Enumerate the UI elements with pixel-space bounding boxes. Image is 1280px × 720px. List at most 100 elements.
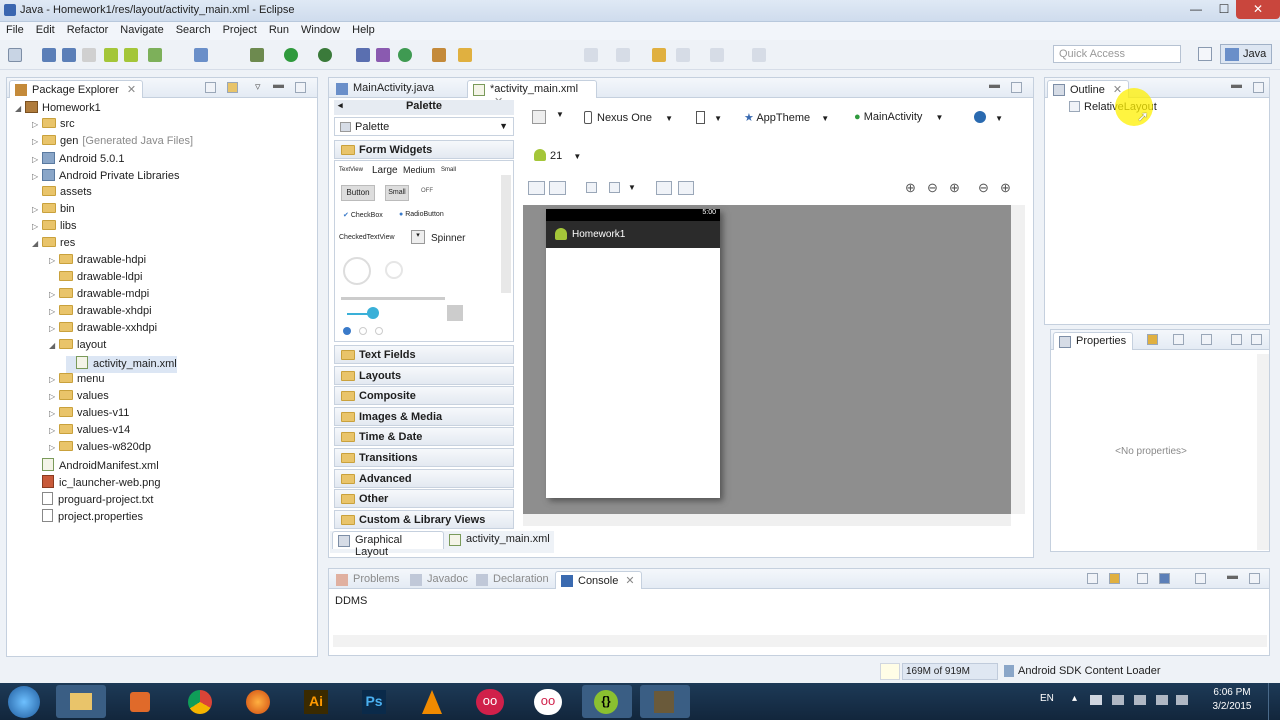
- show-hidden-icons-icon[interactable]: ▴: [1072, 693, 1077, 704]
- avd-manager-icon[interactable]: [124, 48, 138, 62]
- tree-item[interactable]: project.properties: [32, 509, 143, 526]
- collapsed-arrow-icon[interactable]: ▷: [49, 409, 59, 418]
- canvas-vertical-scrollbar[interactable]: [1011, 205, 1025, 514]
- tree-item[interactable]: AndroidManifest.xml: [32, 458, 159, 475]
- last-edit-icon[interactable]: [652, 48, 666, 62]
- widget-progressbar-normal[interactable]: [385, 261, 403, 279]
- tree-item[interactable]: ▷ drawable-hdpi: [49, 254, 146, 271]
- device-selector[interactable]: Nexus One ▼: [580, 108, 677, 128]
- forward-icon[interactable]: [710, 48, 724, 62]
- debug-icon[interactable]: [250, 48, 264, 62]
- collapsed-arrow-icon[interactable]: ▷: [49, 392, 59, 401]
- android-sdk-icon[interactable]: [104, 48, 118, 62]
- taskbar-app-3[interactable]: {}: [582, 685, 632, 718]
- expand-all-icon[interactable]: [1231, 334, 1242, 345]
- palette-category-composite[interactable]: Composite: [334, 386, 514, 405]
- tree-item[interactable]: ◢ layout: [49, 339, 106, 356]
- tree-item[interactable]: ▷ menu: [49, 373, 105, 390]
- tree-item[interactable]: ▷ src: [32, 118, 75, 135]
- widget-quickcontactbadge[interactable]: [447, 305, 463, 321]
- widget-large-text[interactable]: Large: [372, 165, 398, 176]
- start-button[interactable]: [8, 686, 40, 718]
- lint-icon[interactable]: [148, 48, 162, 62]
- speaker-icon[interactable]: [1112, 695, 1124, 705]
- configuration-icon[interactable]: [532, 110, 546, 124]
- palette-category-custom-library[interactable]: Custom & Library Views: [334, 510, 514, 529]
- tree-item[interactable]: activity_main.xml: [66, 356, 177, 373]
- seekbar-thumb[interactable]: [367, 307, 379, 319]
- properties-scrollbar[interactable]: [1257, 354, 1269, 550]
- palette-collapse-icon[interactable]: ◂: [338, 100, 343, 111]
- api-level-selector[interactable]: 21 ▼: [530, 146, 585, 166]
- layout-weights-icon[interactable]: [678, 181, 694, 195]
- menu-refactor[interactable]: Refactor: [61, 22, 115, 36]
- taskbar-app-1[interactable]: oo: [466, 685, 516, 718]
- menu-run[interactable]: Run: [263, 22, 295, 36]
- new-android-project-icon[interactable]: [194, 48, 208, 62]
- battery-icon[interactable]: [1156, 695, 1168, 705]
- tab-outline[interactable]: Outline ✕: [1047, 80, 1130, 98]
- save-icon[interactable]: [42, 48, 56, 62]
- taskbar-firefox[interactable]: [234, 685, 284, 718]
- palette-category-transitions[interactable]: Transitions: [334, 448, 514, 467]
- palette-dropdown[interactable]: Palette ▼: [334, 117, 514, 136]
- collapsed-arrow-icon[interactable]: ▷: [49, 307, 59, 316]
- taskbar-eclipse[interactable]: [640, 685, 690, 718]
- widget-radiobutton[interactable]: ● RadioButton: [399, 211, 444, 218]
- network-icon[interactable]: [1134, 695, 1146, 705]
- tree-item[interactable]: ic_launcher-web.png: [32, 475, 161, 492]
- expanded-arrow-icon[interactable]: ◢: [15, 104, 25, 113]
- taskbar-chrome[interactable]: [176, 685, 226, 718]
- tree-item[interactable]: ▷ values-w820dp: [49, 441, 151, 458]
- menu-window[interactable]: Window: [295, 22, 346, 36]
- back-icon[interactable]: [676, 48, 690, 62]
- tab-properties[interactable]: Properties: [1053, 332, 1134, 350]
- minimize-view-icon[interactable]: ▬: [989, 79, 1000, 91]
- widget-toggle-button[interactable]: OFF: [421, 188, 433, 194]
- widget-textview[interactable]: TextView: [339, 167, 363, 173]
- show-desktop-button[interactable]: [1268, 683, 1280, 720]
- chevron-down-icon[interactable]: ▼: [556, 110, 564, 119]
- orientation-selector[interactable]: ▼: [692, 108, 726, 128]
- minimize-view-icon[interactable]: ▬: [1227, 570, 1238, 582]
- tab-mainactivity-java[interactable]: MainActivity.java: [331, 80, 467, 98]
- toggle-fill-height-icon[interactable]: [549, 181, 566, 195]
- tree-item[interactable]: ▷ values-v14: [49, 424, 130, 441]
- java-perspective-button[interactable]: Java: [1220, 44, 1272, 64]
- widget-spinner[interactable]: Spinner: [431, 233, 465, 244]
- pin-editor-icon[interactable]: [752, 48, 766, 62]
- close-icon[interactable]: ✕: [127, 84, 136, 96]
- collapsed-arrow-icon[interactable]: ▷: [32, 137, 42, 146]
- restore-default-icon[interactable]: [1201, 334, 1212, 345]
- close-button[interactable]: ✕: [1236, 0, 1280, 19]
- palette-scrollbar[interactable]: [501, 175, 511, 293]
- zoom-to-fit-icon[interactable]: ⊖: [927, 180, 938, 196]
- gravity-icon[interactable]: [609, 182, 620, 193]
- collapsed-arrow-icon[interactable]: ▷: [32, 120, 42, 129]
- tab-xml-source[interactable]: activity_main.xml: [444, 531, 554, 549]
- print-icon[interactable]: [82, 48, 96, 62]
- taskbar-app-2[interactable]: oo: [524, 685, 574, 718]
- spinner-icon[interactable]: ▾: [411, 230, 425, 244]
- tree-item[interactable]: ▷ Android Private Libraries: [32, 169, 179, 186]
- zoom-out-icon[interactable]: ⊖: [978, 180, 989, 196]
- palette-category-text-fields[interactable]: Text Fields: [334, 345, 514, 364]
- widget-ratingbar[interactable]: [343, 327, 351, 335]
- collapsed-arrow-icon[interactable]: ▷: [32, 155, 42, 164]
- tab-javadoc[interactable]: Javadoc: [405, 571, 474, 589]
- heap-status[interactable]: 169M of 919M: [902, 663, 998, 680]
- widget-progressbar-horizontal[interactable]: [341, 297, 445, 300]
- palette-category-advanced[interactable]: Advanced: [334, 469, 514, 488]
- locale-selector[interactable]: ▼: [970, 108, 1007, 128]
- minimize-view-icon[interactable]: ▬: [273, 79, 284, 91]
- tab-console[interactable]: Console ✕: [555, 571, 642, 589]
- menu-search[interactable]: Search: [170, 22, 217, 36]
- tree-item[interactable]: ◢ res: [32, 237, 75, 254]
- link-with-editor-icon[interactable]: [227, 82, 238, 93]
- search-icon[interactable]: [458, 48, 472, 62]
- widget-medium-text[interactable]: Medium: [403, 165, 435, 175]
- display-console-icon[interactable]: [1159, 573, 1170, 584]
- language-indicator[interactable]: EN: [1040, 693, 1054, 704]
- palette-category-form-widgets[interactable]: Form Widgets: [334, 140, 514, 159]
- tree-item[interactable]: ▷ values: [49, 390, 109, 407]
